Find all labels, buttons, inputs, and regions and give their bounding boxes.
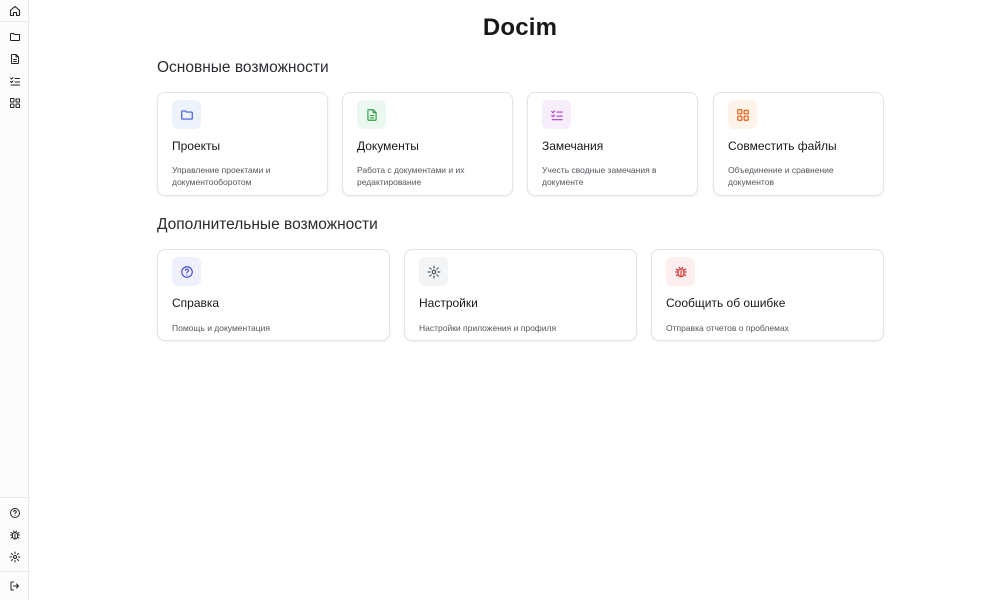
card-icon-wrap xyxy=(172,100,201,129)
section-title-extra: Дополнительные возможности xyxy=(157,216,378,233)
card-remarks[interactable]: Замечания Учесть сводные замечания в док… xyxy=(527,92,698,196)
sidebar-item-projects[interactable] xyxy=(4,26,25,47)
sidebar-item-settings[interactable] xyxy=(4,546,25,567)
list-checks-icon xyxy=(9,76,20,85)
help-circle-icon xyxy=(180,265,193,278)
home-icon xyxy=(9,5,20,16)
compare-files-icon xyxy=(9,97,20,108)
card-title: Документы xyxy=(357,139,419,153)
card-projects[interactable]: Проекты Управление проектами и документо… xyxy=(157,92,328,196)
list-checks-icon xyxy=(550,109,563,120)
card-description: Настройки приложения и профиля xyxy=(419,323,557,333)
card-icon-wrap xyxy=(666,257,695,286)
card-title: Замечания xyxy=(542,139,604,153)
card-title: Сообщить об ошибке xyxy=(666,296,786,310)
card-title: Настройки xyxy=(419,296,478,310)
sidebar-item-logout[interactable] xyxy=(4,575,25,596)
app-window: Docim Основные возможности Проекты Управ… xyxy=(0,0,1004,600)
page-title: Docim xyxy=(482,14,558,41)
card-title: Проекты xyxy=(172,139,221,153)
card-description: Объединение и сравнение документов xyxy=(728,165,834,187)
sidebar-item-documents[interactable] xyxy=(4,48,25,69)
main-content: Docim Основные возможности Проекты Управ… xyxy=(29,0,1004,600)
sidebar-item-help[interactable] xyxy=(4,502,25,523)
sidebar-item-remarks[interactable] xyxy=(4,70,25,91)
sidebar-divider xyxy=(0,571,28,572)
bug-icon xyxy=(674,266,687,277)
card-documents[interactable]: Документы Работа с документами и их реда… xyxy=(342,92,513,196)
card-description: Помощь и документация xyxy=(172,323,270,333)
gear-icon xyxy=(9,551,20,562)
card-description: Управление проектами и документооборотом xyxy=(172,165,271,187)
file-text-icon xyxy=(10,53,19,64)
sidebar-divider xyxy=(0,21,28,22)
logout-icon xyxy=(10,581,19,590)
card-settings[interactable]: Настройки Настройки приложения и профиля xyxy=(404,249,637,341)
card-icon-wrap xyxy=(357,100,386,129)
file-text-icon xyxy=(366,108,377,121)
card-description: Работа с документами и их редактирование xyxy=(357,165,465,187)
folder-icon xyxy=(9,32,20,41)
card-description: Отправка отчетов о проблемах xyxy=(666,323,789,333)
section-title-main: Основные возможности xyxy=(157,59,329,76)
folder-icon xyxy=(180,109,193,120)
card-icon-wrap xyxy=(419,257,448,286)
card-description: Учесть сводные замечания в документе xyxy=(542,165,657,187)
card-report-bug[interactable]: Сообщить об ошибке Отправка отчетов о пр… xyxy=(651,249,884,341)
card-title: Справка xyxy=(172,296,220,310)
gear-icon xyxy=(427,265,440,278)
sidebar-item-bug[interactable] xyxy=(4,524,25,545)
sidebar xyxy=(0,0,29,600)
sidebar-divider xyxy=(0,497,28,498)
sidebar-item-compare[interactable] xyxy=(4,92,25,113)
card-compare-files[interactable]: Совместить файлы Объединение и сравнение… xyxy=(713,92,884,196)
card-icon-wrap xyxy=(542,100,571,129)
help-circle-icon xyxy=(9,507,20,518)
compare-files-icon xyxy=(736,108,749,121)
card-help[interactable]: Справка Помощь и документация xyxy=(157,249,390,341)
card-icon-wrap xyxy=(172,257,201,286)
sidebar-item-home[interactable] xyxy=(4,0,25,21)
bug-icon xyxy=(9,530,20,539)
card-icon-wrap xyxy=(728,100,757,129)
card-title: Совместить файлы xyxy=(728,139,837,153)
